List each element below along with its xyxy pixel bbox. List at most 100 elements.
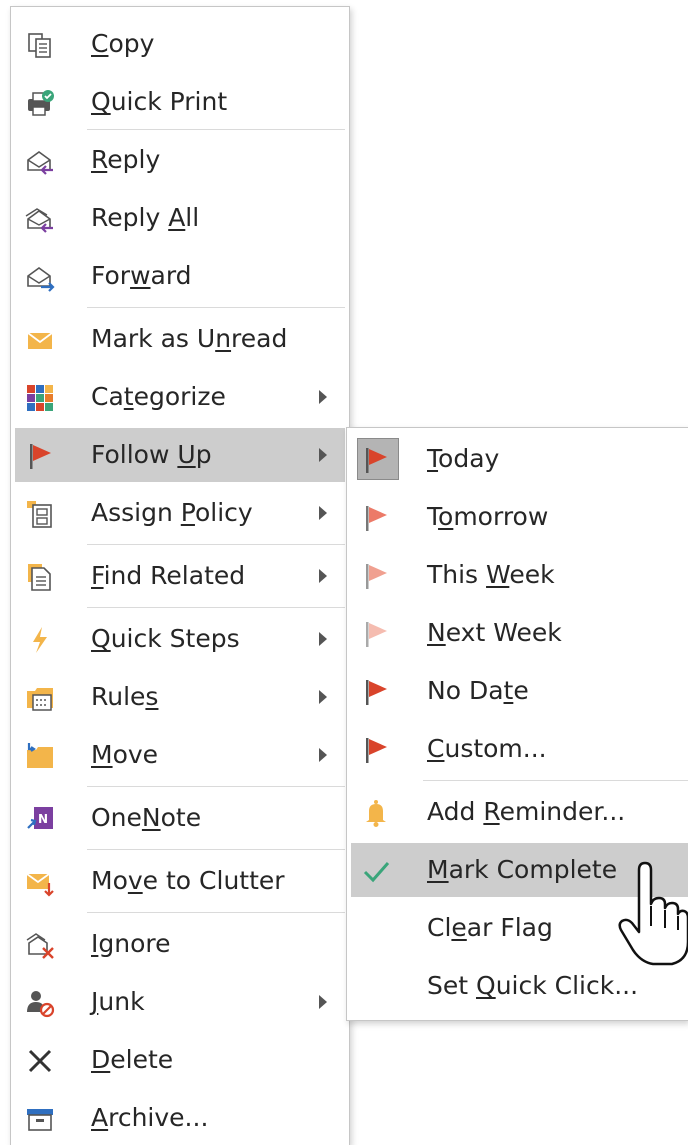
flag-custom-icon [361,735,391,765]
menu-label: Reply All [91,203,200,232]
menu-label: OneNote [91,803,202,832]
menu-item-move-to-clutter[interactable]: Move to Clutter [15,854,345,908]
menu-item-copy[interactable]: Copy [15,17,345,71]
menu-item-delete[interactable]: Delete [15,1033,345,1087]
move-icon [25,741,55,771]
onenote-icon: N [25,804,55,834]
submenu-separator [423,780,688,781]
submenu-label: Custom... [427,734,547,763]
menu-separator [87,129,345,130]
move-to-clutter-icon [25,867,55,897]
submenu-label: Mark Complete [427,855,618,884]
quick-steps-icon [25,625,55,655]
menu-label: Move to Clutter [91,866,285,895]
submenu-item-this-week[interactable]: This Week [351,548,688,602]
menu-item-move[interactable]: Move [15,728,345,782]
submenu-label: This Week [427,560,555,589]
bell-icon [361,798,391,828]
menu-separator [87,912,345,913]
menu-label: Assign Policy [91,498,253,527]
assign-policy-icon [25,499,55,529]
menu-item-reply-all[interactable]: Reply All [15,191,345,245]
menu-item-follow-up[interactable]: Follow Up [15,428,345,482]
submenu-label: Today [427,444,500,473]
follow-up-flag-icon [25,441,55,471]
submenu-item-add-reminder[interactable]: Add Reminder... [351,785,688,839]
submenu-label: Add Reminder... [427,797,626,826]
menu-label: Quick Print [91,87,228,116]
checkmark-icon [361,856,391,886]
menu-label: Move [91,740,159,769]
hand-pointer-cursor-icon [618,861,688,966]
context-menu: Copy Quick Print Reply Reply All Forward… [10,6,350,1145]
menu-item-categorize[interactable]: Categorize [15,370,345,424]
menu-label: Rules [91,682,159,711]
submenu-arrow-icon [319,569,327,583]
submenu-label: Set Quick Click... [427,971,639,1000]
submenu-label: Tomorrow [427,502,549,531]
submenu-arrow-icon [319,390,327,404]
menu-item-onenote[interactable]: N OneNote [15,791,345,845]
submenu-item-custom[interactable]: Custom... [351,722,688,776]
menu-label: Quick Steps [91,624,240,653]
menu-label: Junk [91,987,145,1016]
rules-icon [25,683,55,713]
menu-item-find-related[interactable]: Find Related [15,549,345,603]
quick-print-icon [25,88,55,118]
menu-item-rules[interactable]: Rules [15,670,345,724]
flag-today-icon [361,445,391,475]
archive-icon [25,1104,55,1134]
menu-item-quick-steps[interactable]: Quick Steps [15,612,345,666]
submenu-arrow-icon [319,632,327,646]
flag-tomorrow-icon [361,503,391,533]
submenu-arrow-icon [319,506,327,520]
menu-item-quick-print[interactable]: Quick Print [15,75,345,129]
submenu-item-tomorrow[interactable]: Tomorrow [351,490,688,544]
menu-label: Find Related [91,561,246,590]
menu-item-archive[interactable]: Archive... [15,1091,345,1145]
junk-icon [25,988,55,1018]
menu-separator [87,849,345,850]
menu-item-ignore[interactable]: Ignore [15,917,345,971]
mark-unread-icon [25,325,55,355]
menu-item-reply[interactable]: Reply [15,133,345,187]
copy-icon [25,30,55,60]
submenu-label: No Date [427,676,529,705]
flag-no-date-icon [361,677,391,707]
menu-label: Ignore [91,929,171,958]
svg-text:N: N [38,812,48,826]
delete-icon [25,1046,55,1076]
menu-separator [87,786,345,787]
reply-icon [25,146,55,176]
menu-label: Copy [91,29,155,58]
menu-item-junk[interactable]: Junk [15,975,345,1029]
menu-item-assign-policy[interactable]: Assign Policy [15,486,345,540]
flag-next-week-icon [361,619,391,649]
menu-label: Categorize [91,382,226,411]
submenu-item-next-week[interactable]: Next Week [351,606,688,660]
menu-item-mark-as-unread[interactable]: Mark as Unread [15,312,345,366]
menu-separator [87,607,345,608]
menu-label: Reply [91,145,161,174]
submenu-item-no-date[interactable]: No Date [351,664,688,718]
submenu-item-today[interactable]: Today [351,432,688,486]
categorize-icon [25,383,55,413]
ignore-icon [25,930,55,960]
forward-icon [25,262,55,292]
menu-separator [87,544,345,545]
menu-label: Forward [91,261,192,290]
menu-separator [87,307,345,308]
menu-label: Follow Up [91,440,212,469]
submenu-arrow-icon [319,448,327,462]
submenu-label: Clear Flag [427,913,553,942]
menu-label: Archive... [91,1103,209,1132]
submenu-label: Next Week [427,618,562,647]
menu-label: Delete [91,1045,174,1074]
submenu-arrow-icon [319,995,327,1009]
submenu-arrow-icon [319,748,327,762]
menu-label: Mark as Unread [91,324,288,353]
flag-this-week-icon [361,561,391,591]
submenu-arrow-icon [319,690,327,704]
menu-item-forward[interactable]: Forward [15,249,345,303]
find-related-icon [25,562,55,592]
